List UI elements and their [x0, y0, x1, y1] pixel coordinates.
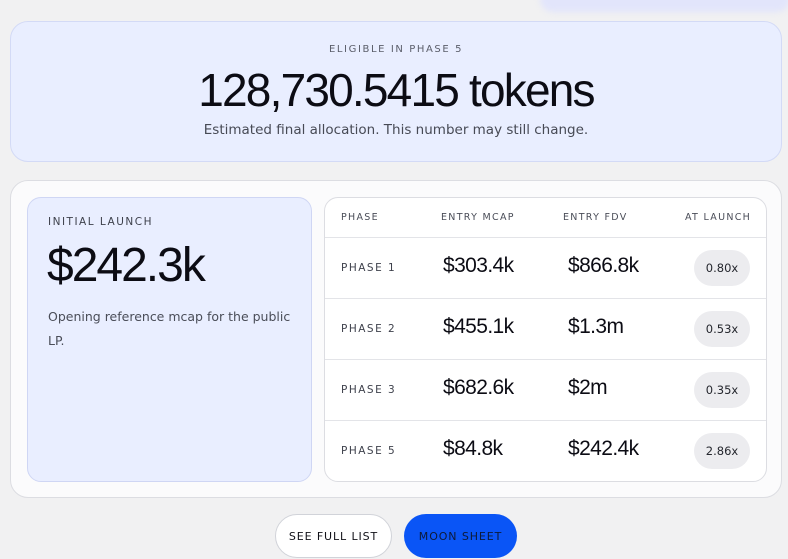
column-header-at-launch: AT LAUNCH: [685, 212, 752, 223]
table-row: PHASE 1 $303.4k $866.8k 0.80x: [325, 238, 766, 299]
row-phase: PHASE 3: [341, 384, 397, 396]
phase-table: PHASE ENTRY MCAP ENTRY FDV AT LAUNCH PHA…: [324, 197, 767, 482]
table-row: PHASE 3 $682.6k $2m 0.35x: [325, 360, 766, 421]
row-launch-multiple-badge: 0.53x: [694, 311, 750, 347]
table-row: PHASE 2 $455.1k $1.3m 0.53x: [325, 299, 766, 360]
initial-launch-label: INITIAL LAUNCH: [48, 216, 153, 228]
moon-sheet-button[interactable]: MOON SHEET: [404, 514, 517, 558]
row-launch-multiple-badge: 0.35x: [694, 372, 750, 408]
decorative-glow: [540, 0, 788, 12]
column-header-phase: PHASE: [341, 212, 379, 223]
row-entry-fdv: $1.3m: [568, 315, 624, 338]
row-phase: PHASE 1: [341, 262, 397, 274]
table-row: PHASE 5 $84.8k $242.4k 2.86x: [325, 421, 766, 481]
row-entry-mcap: $682.6k: [443, 376, 514, 399]
initial-launch-note: Opening reference mcap for the public LP…: [48, 309, 291, 348]
see-full-list-button[interactable]: SEE FULL LIST: [275, 514, 392, 558]
allocation-amount: 128,730.5415 tokens: [198, 64, 595, 116]
column-header-entry-fdv: ENTRY FDV: [563, 212, 628, 223]
row-launch-multiple-badge: 2.86x: [694, 433, 750, 469]
row-launch-multiple-badge: 0.80x: [694, 250, 750, 286]
row-phase: PHASE 2: [341, 323, 397, 335]
row-entry-mcap: $303.4k: [443, 254, 514, 277]
row-entry-fdv: $2m: [568, 376, 608, 399]
eligible-allocation-card: ELIGIBLE IN PHASE 5 128,730.5415 tokens …: [10, 21, 782, 162]
row-entry-mcap: $84.8k: [443, 437, 503, 460]
initial-launch-card: INITIAL LAUNCH $242.3k Opening reference…: [27, 197, 312, 482]
allocation-eyebrow: ELIGIBLE IN PHASE 5: [328, 44, 464, 55]
row-entry-mcap: $455.1k: [443, 315, 514, 338]
column-header-entry-mcap: ENTRY MCAP: [441, 212, 515, 223]
initial-launch-amount: $242.3k: [47, 239, 206, 292]
phase-summary-panel: INITIAL LAUNCH $242.3k Opening reference…: [10, 180, 782, 498]
row-phase: PHASE 5: [341, 445, 397, 457]
allocation-note: Estimated final allocation. This number …: [203, 122, 589, 138]
row-entry-fdv: $242.4k: [568, 437, 639, 460]
row-entry-fdv: $866.8k: [568, 254, 639, 277]
table-header: PHASE ENTRY MCAP ENTRY FDV AT LAUNCH: [325, 198, 766, 238]
